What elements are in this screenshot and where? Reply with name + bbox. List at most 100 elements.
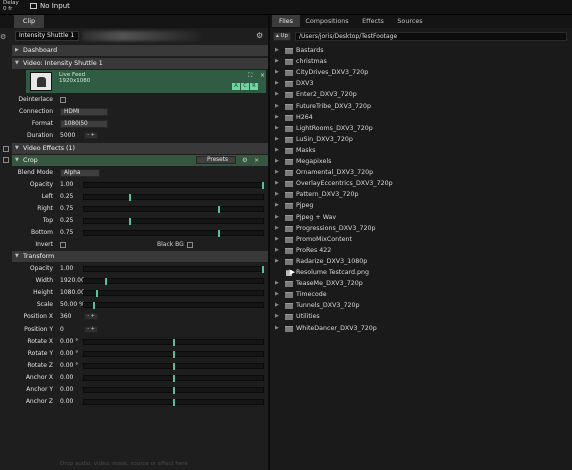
- expand-icon[interactable]: ⛶: [248, 72, 252, 80]
- slider-handle[interactable]: [92, 302, 95, 310]
- section-crop[interactable]: ▼ Crop Presets ⚙ ×: [12, 155, 268, 166]
- gear-icon[interactable]: ⚙: [256, 31, 263, 40]
- input-status[interactable]: No Input: [40, 2, 70, 10]
- slider-handle[interactable]: [217, 206, 220, 213]
- param-value[interactable]: 0.00 °: [60, 360, 78, 372]
- expand-arrow-icon[interactable]: ▶: [275, 300, 279, 311]
- slider-handle[interactable]: [173, 387, 175, 394]
- param-value[interactable]: 0.25: [60, 215, 73, 227]
- expand-arrow-icon[interactable]: ▶: [275, 101, 279, 112]
- param-slider[interactable]: [83, 362, 264, 370]
- param-value[interactable]: 0.75: [60, 227, 73, 239]
- expand-arrow-icon[interactable]: ▶: [275, 234, 279, 245]
- param-stepper[interactable]: - +: [84, 325, 98, 333]
- expand-arrow-icon[interactable]: ▶: [275, 167, 279, 178]
- expand-arrow-icon[interactable]: ▶: [275, 278, 279, 289]
- expand-arrow-icon[interactable]: ▶: [275, 134, 279, 145]
- expand-arrow-icon[interactable]: ▶: [275, 178, 279, 189]
- deinterlace-checkbox[interactable]: [60, 97, 66, 103]
- remove-effect-icon[interactable]: ×: [254, 155, 259, 166]
- param-value[interactable]: 50.00 %: [60, 299, 85, 311]
- param-value[interactable]: 1920.00: [60, 275, 85, 287]
- param-value[interactable]: 0.00: [60, 396, 73, 408]
- expand-arrow-icon[interactable]: ▶: [275, 156, 279, 167]
- param-slider[interactable]: [83, 374, 264, 382]
- autopilot-c-button[interactable]: C: [241, 83, 249, 90]
- expand-arrow-icon[interactable]: ▶: [275, 56, 279, 67]
- param-slider[interactable]: [83, 182, 264, 189]
- slider-handle[interactable]: [262, 182, 264, 189]
- expand-arrow-icon[interactable]: ▶: [275, 123, 279, 134]
- slider-handle[interactable]: [173, 374, 175, 382]
- slider-handle[interactable]: [173, 399, 175, 407]
- expand-arrow-icon[interactable]: ▶: [275, 67, 279, 78]
- slider-handle[interactable]: [173, 350, 175, 358]
- clip-name-field[interactable]: Intensity Shuttle 1: [15, 31, 79, 41]
- param-value[interactable]: 1080.00: [60, 287, 85, 299]
- param-slider[interactable]: [83, 350, 264, 358]
- slider-handle[interactable]: [128, 218, 131, 225]
- param-slider[interactable]: [83, 266, 264, 273]
- param-slider[interactable]: [83, 399, 264, 407]
- param-value[interactable]: 1.00: [60, 179, 73, 191]
- expand-arrow-icon[interactable]: ▶: [275, 256, 279, 267]
- expand-arrow-icon[interactable]: ▶: [275, 245, 279, 256]
- section-video-effects[interactable]: ▼ Video Effects (1): [12, 143, 268, 154]
- tab-clip[interactable]: Clip: [14, 15, 44, 28]
- autopilot-r-button[interactable]: R: [250, 83, 258, 90]
- expand-arrow-icon[interactable]: ▶: [275, 145, 279, 156]
- expand-arrow-icon[interactable]: ▶: [275, 112, 279, 123]
- param-stepper[interactable]: - +: [84, 313, 98, 321]
- param-value[interactable]: 0.00 °: [60, 348, 78, 360]
- close-icon[interactable]: ×: [260, 72, 265, 79]
- expand-arrow-icon[interactable]: ▶: [275, 78, 279, 89]
- connection-select[interactable]: HDMI: [60, 108, 108, 116]
- blend-mode-select[interactable]: Alpha: [60, 169, 100, 177]
- param-slider[interactable]: [83, 218, 264, 225]
- section-dashboard[interactable]: ▶ Dashboard: [12, 45, 268, 56]
- param-slider[interactable]: [83, 194, 264, 201]
- param-slider[interactable]: [83, 278, 264, 286]
- param-slider[interactable]: [83, 387, 264, 394]
- expand-arrow-icon[interactable]: ▶: [275, 289, 279, 300]
- param-value[interactable]: 0.25: [60, 191, 73, 203]
- param-slider[interactable]: [83, 230, 264, 237]
- tab-files[interactable]: Files: [272, 15, 300, 27]
- path-field[interactable]: /Users/joris/Desktop/TestFootage: [295, 32, 567, 41]
- duration-stepper[interactable]: - +: [84, 132, 98, 139]
- param-value[interactable]: 0.00 °: [60, 336, 78, 348]
- duration-value[interactable]: 5000: [60, 130, 75, 142]
- param-slider[interactable]: [83, 302, 264, 310]
- expand-arrow-icon[interactable]: ▶: [275, 189, 279, 200]
- expand-arrow-icon[interactable]: ▶: [275, 212, 279, 223]
- slider-handle[interactable]: [173, 362, 175, 370]
- crop-bypass-checkbox[interactable]: [3, 157, 9, 163]
- param-value[interactable]: 360: [60, 311, 71, 323]
- effect-bypass-checkbox[interactable]: [3, 146, 9, 152]
- section-video[interactable]: ▼ Video: Intensity Shuttle 1: [12, 58, 268, 69]
- param-value[interactable]: 0: [60, 324, 64, 336]
- expand-arrow-icon[interactable]: ▶: [275, 200, 279, 211]
- slider-handle[interactable]: [262, 266, 264, 273]
- slider-handle[interactable]: [105, 278, 108, 286]
- slider-handle[interactable]: [96, 290, 99, 298]
- delay-value[interactable]: 0 fr: [3, 6, 12, 12]
- up-button[interactable]: ▴ Up: [273, 32, 291, 41]
- param-slider[interactable]: [83, 206, 264, 213]
- param-value[interactable]: 0.00: [60, 384, 73, 396]
- expand-arrow-icon[interactable]: ▶: [275, 89, 279, 100]
- param-value[interactable]: 1.00: [60, 263, 73, 275]
- expand-arrow-icon[interactable]: ▶: [275, 45, 279, 56]
- tab-sources[interactable]: Sources: [394, 15, 426, 27]
- param-value[interactable]: 0.75: [60, 203, 73, 215]
- invert-checkbox[interactable]: [60, 242, 66, 248]
- tab-compositions[interactable]: Compositions: [302, 15, 352, 27]
- slider-handle[interactable]: [128, 194, 131, 201]
- param-slider[interactable]: [83, 290, 264, 298]
- expand-arrow-icon[interactable]: ▶: [275, 311, 279, 322]
- section-transform[interactable]: ▼ Transform: [12, 251, 268, 262]
- presets-button[interactable]: Presets: [196, 156, 236, 164]
- param-slider[interactable]: [83, 338, 264, 346]
- settings-icon[interactable]: ⚙: [242, 155, 248, 166]
- expand-arrow-icon[interactable]: ▶: [275, 223, 279, 234]
